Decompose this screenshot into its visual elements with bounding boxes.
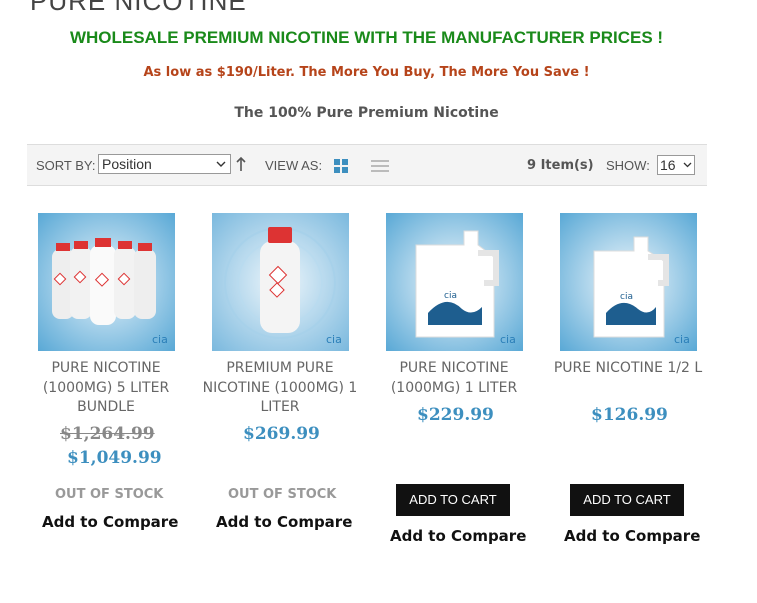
show-limit-value: 16 [660,157,676,173]
show-limit-select[interactable]: 16 [657,155,695,175]
product-card: cia PURE NICOTINE (1000MG) 5 LITER BUNDL… [21,213,191,418]
svg-text:cia: cia [500,333,516,346]
sort-direction-icon[interactable] [235,156,247,172]
product-image[interactable]: cia cia [559,213,697,351]
product-name[interactable]: PREMIUM PURE NICOTINE (1000MG) 1 LITER [195,359,365,418]
product-card: cia cia PURE NICOTINE 1/2 L [543,213,713,379]
product-name[interactable]: PURE NICOTINE (1000MG) 5 LITER BUNDLE [21,359,191,418]
show-label: SHOW: [606,158,650,173]
product-card: cia cia PURE NICOTINE (1000MG) 1 LITER [369,213,539,398]
promo-subline: As low as $190/Liter. The More You Buy, … [143,65,590,80]
add-to-compare-link[interactable]: Add to Compare [390,527,526,545]
product-image[interactable]: cia cia [385,213,523,351]
items-count: 9 Item(s) [527,158,594,173]
products-toolbar: SORT BY: Position VIEW AS: 9 Item(s) SHO… [27,144,707,186]
add-to-compare-link[interactable]: Add to Compare [216,513,352,531]
sort-by-label: SORT BY: [36,158,96,173]
grid-view-icon[interactable] [333,158,349,174]
add-to-cart-button[interactable]: ADD TO CART [570,484,684,516]
chevron-down-icon [683,156,692,181]
product-price: $229.99 [417,405,494,425]
add-to-compare-link[interactable]: Add to Compare [564,527,700,545]
sort-by-value: Position [102,156,152,172]
chevron-down-icon [216,155,226,179]
add-to-cart-button[interactable]: ADD TO CART [396,484,510,516]
svg-text:cia: cia [326,333,342,346]
promo-headline: WHOLESALE PREMIUM NICOTINE WITH THE MANU… [69,28,664,47]
product-price: $269.99 [243,424,320,444]
product-image[interactable]: cia [37,213,175,351]
product-image[interactable]: cia [211,213,349,351]
product-old-price: $1,264.99 [60,424,155,444]
svg-text:cia: cia [620,292,633,302]
stock-status: OUT OF STOCK [228,487,337,502]
add-to-compare-link[interactable]: Add to Compare [42,513,178,531]
list-view-icon[interactable] [371,158,389,174]
stock-status: OUT OF STOCK [55,487,164,502]
product-price: $126.99 [591,405,668,425]
svg-text:cia: cia [674,333,690,346]
svg-text:cia: cia [152,333,168,346]
product-price: $1,049.99 [67,448,162,468]
sort-by-select[interactable]: Position [98,154,231,174]
page-title: PURE NICOTINE [30,0,247,16]
product-name[interactable]: PURE NICOTINE 1/2 L [543,359,713,379]
product-card: cia PREMIUM PURE NICOTINE (1000MG) 1 LIT… [195,213,365,418]
view-as-label: VIEW AS: [265,158,323,173]
product-name[interactable]: PURE NICOTINE (1000MG) 1 LITER [369,359,539,398]
svg-text:cia: cia [444,291,457,301]
promo-tagline: The 100% Pure Premium Nicotine [234,105,499,121]
